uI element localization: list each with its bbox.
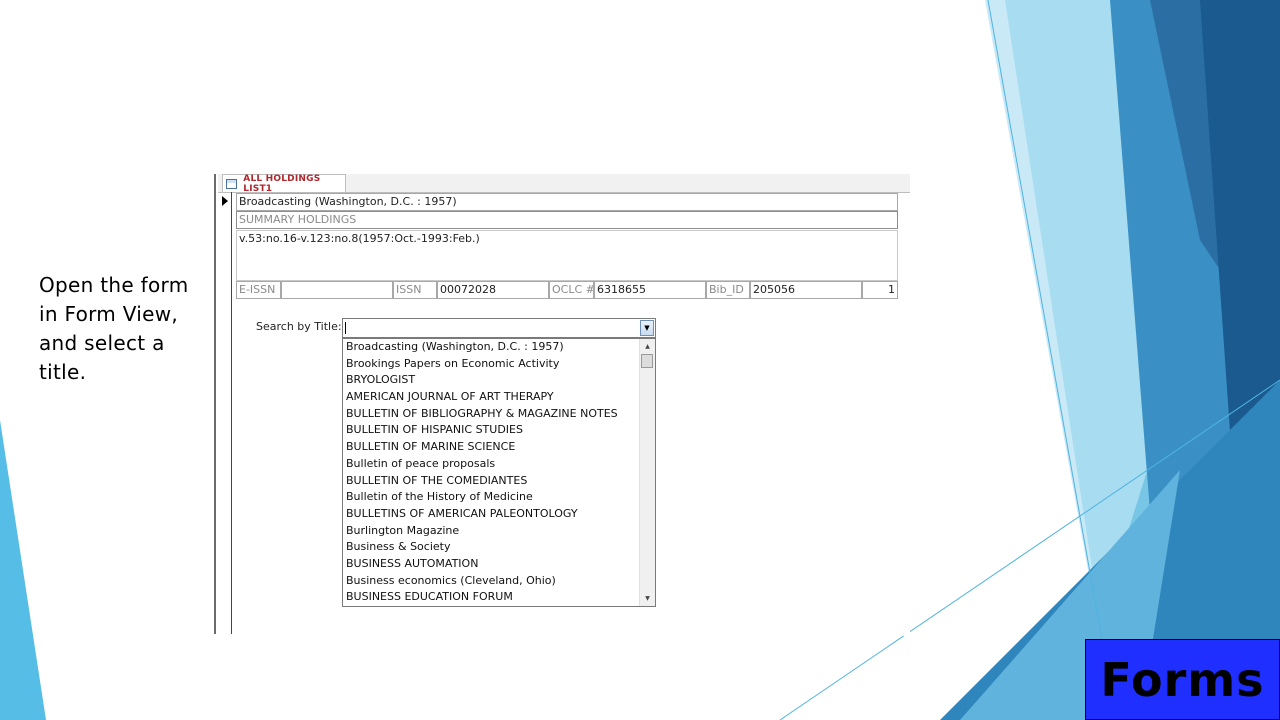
left-edge-shape <box>0 420 46 720</box>
dropdown-scrollbar[interactable]: ▲ ▼ <box>639 339 655 606</box>
scroll-up-icon[interactable]: ▲ <box>640 339 655 354</box>
title-option[interactable]: BULLETIN OF BIBLIOGRAPHY & MAGAZINE NOTE… <box>343 406 655 423</box>
title-dropdown-list[interactable]: Broadcasting (Washington, D.C. : 1957) Br… <box>342 338 656 607</box>
title-option[interactable]: BUSINESS AUTOMATION <box>343 556 655 573</box>
summary-holdings-field[interactable]: v.53:no.16-v.123:no.8(1957:Oct.-1993:Feb… <box>236 230 898 281</box>
title-option[interactable]: BULLETINS OF AMERICAN PALEONTOLOGY <box>343 506 655 523</box>
title-field[interactable]: Broadcasting (Washington, D.C. : 1957) <box>236 193 898 211</box>
record-selector-column <box>231 192 232 634</box>
title-option[interactable]: Business & Society <box>343 539 655 556</box>
title-option[interactable]: BULLETIN OF MARINE SCIENCE <box>343 439 655 456</box>
scroll-down-icon[interactable]: ▼ <box>640 591 655 606</box>
oclc-label: OCLC # <box>549 281 594 299</box>
issn-label: ISSN <box>393 281 437 299</box>
bibid-field[interactable]: 205056 <box>750 281 862 299</box>
access-form-screenshot: ALL HOLDINGS LIST1 Broadcasting (Washing… <box>214 174 910 636</box>
summary-holdings-label: SUMMARY HOLDINGS <box>236 211 898 229</box>
trailing-field[interactable]: 1 <box>862 281 898 299</box>
eissn-field[interactable] <box>281 281 393 299</box>
form-tab[interactable]: ALL HOLDINGS LIST1 <box>222 173 346 194</box>
title-option[interactable]: Business economics (Cleveland, Ohio) <box>343 573 655 590</box>
title-option[interactable]: Brookings Papers on Economic Activity <box>343 356 655 373</box>
scroll-thumb[interactable] <box>641 354 653 368</box>
issn-field[interactable]: 00072028 <box>437 281 549 299</box>
title-options: Broadcasting (Washington, D.C. : 1957) Br… <box>343 339 655 606</box>
dropdown-arrow-icon[interactable]: ▼ <box>640 320 654 336</box>
form-icon <box>226 178 238 189</box>
title-option[interactable]: BULLETIN OF HISPANIC STUDIES <box>343 422 655 439</box>
text-cursor <box>345 322 346 334</box>
title-option[interactable]: BULLETIN OF THE COMEDIANTES <box>343 473 655 490</box>
title-option[interactable]: Broadcasting (Washington, D.C. : 1957) <box>343 339 655 356</box>
bibid-label: Bib_ID <box>706 281 750 299</box>
tab-strip: ALL HOLDINGS LIST1 <box>218 173 910 194</box>
eissn-label: E-ISSN <box>236 281 281 299</box>
title-option[interactable]: BRYOLOGIST <box>343 372 655 389</box>
title-option[interactable]: Bulletin of peace proposals <box>343 456 655 473</box>
forms-badge: Forms <box>1085 639 1280 720</box>
search-by-title-label: Search by Title: <box>256 320 342 333</box>
title-option[interactable]: Burlington Magazine <box>343 523 655 540</box>
forms-badge-label: Forms <box>1100 652 1265 707</box>
title-option[interactable]: Bulletin of the History of Medicine <box>343 489 655 506</box>
title-option[interactable]: BUSINESS EDUCATION FORUM <box>343 589 655 606</box>
current-record-arrow-icon[interactable] <box>222 196 228 206</box>
instruction-text: Open the form in Form View, and select a… <box>39 273 189 384</box>
search-by-title-combobox[interactable]: ▼ <box>342 318 656 338</box>
oclc-field[interactable]: 6318655 <box>594 281 706 299</box>
window-left-border <box>214 174 216 634</box>
form-tab-label: ALL HOLDINGS LIST1 <box>243 173 321 194</box>
title-option[interactable]: AMERICAN JOURNAL OF ART THERAPY <box>343 389 655 406</box>
